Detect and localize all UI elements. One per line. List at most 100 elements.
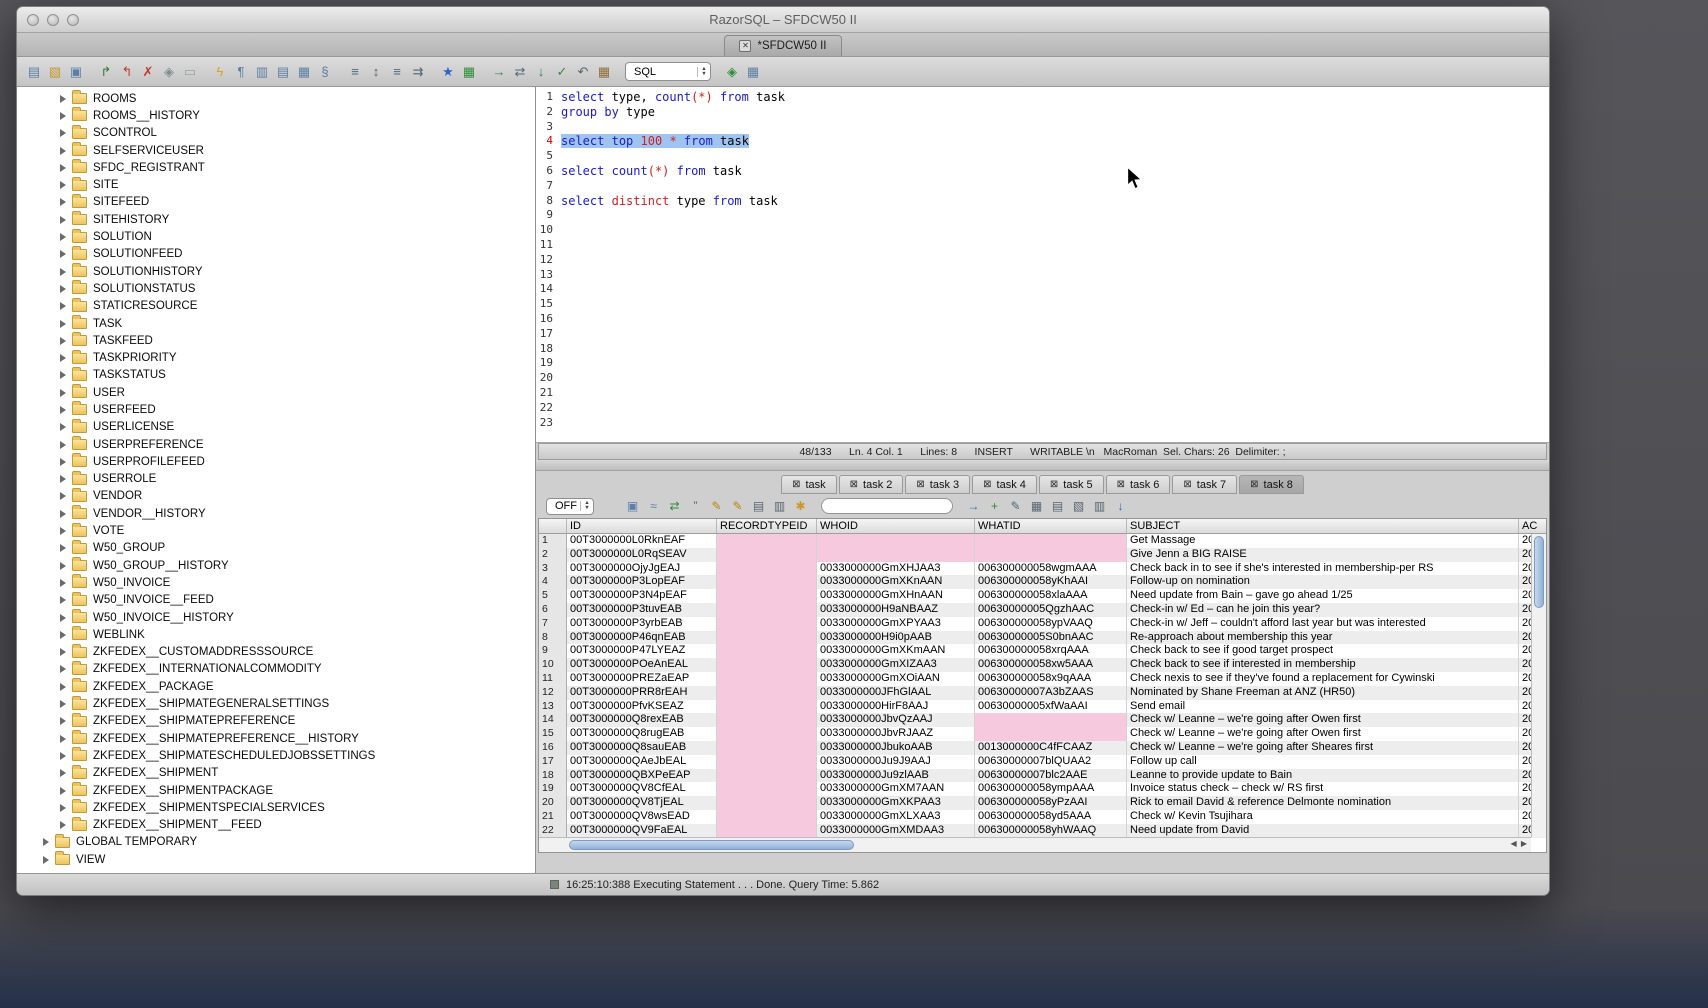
table-row[interactable]: 1900T3000000QV8CfEAL0033000000GmXM7AAN00… xyxy=(539,782,1546,796)
describe-icon[interactable]: ¶ xyxy=(232,63,250,81)
disclosure-triangle-icon[interactable] xyxy=(60,129,66,137)
fetch-icon[interactable]: ↓ xyxy=(532,63,550,81)
code-line[interactable] xyxy=(561,149,1549,164)
tree-item[interactable]: SITE xyxy=(17,176,535,193)
cell[interactable]: 00T3000000L0RknEAF xyxy=(567,534,717,548)
cell[interactable]: 00T3000000PfvKSEAZ xyxy=(567,700,717,714)
column-header-subject[interactable]: SUBJECT xyxy=(1127,519,1519,533)
code-line[interactable] xyxy=(561,208,1549,223)
tree-item[interactable]: W50_INVOICE__FEED xyxy=(17,592,535,609)
cell[interactable] xyxy=(975,534,1127,548)
disclosure-triangle-icon[interactable] xyxy=(60,250,66,258)
tree-item[interactable]: ROOMS xyxy=(17,90,535,107)
tree-item[interactable]: ZKFEDEX__SHIPMATEPREFERENCE__HISTORY xyxy=(17,730,535,747)
cell[interactable]: 00T3000000QV8CfEAL xyxy=(567,782,717,796)
cell[interactable]: 00T3000000L0RqSEAV xyxy=(567,548,717,562)
close-tab-icon[interactable]: ⊠ xyxy=(1250,480,1258,490)
cell[interactable] xyxy=(817,548,975,562)
key-icon[interactable]: ✱ xyxy=(792,498,809,515)
cell[interactable] xyxy=(717,686,817,700)
script-icon[interactable]: ▤ xyxy=(274,63,292,81)
table-row[interactable]: 1700T3000000QAeJbEAL0033000000Ju9J9AAJ00… xyxy=(539,755,1546,769)
tree-item[interactable]: ZKFEDEX__PACKAGE xyxy=(17,678,535,695)
table-row[interactable]: 2200T3000000QV9FaEAL0033000000GmXMDAA300… xyxy=(539,824,1546,838)
cell[interactable]: Need update from David xyxy=(1127,824,1519,838)
tree-item[interactable]: W50_INVOICE xyxy=(17,574,535,591)
disclosure-triangle-icon[interactable] xyxy=(60,648,66,656)
list-icon[interactable]: ≡ xyxy=(346,63,364,81)
cell[interactable]: 006300000058ympAAA xyxy=(975,782,1127,796)
code-line[interactable]: select type, count(*) from task xyxy=(561,90,1549,105)
copy-grid-icon[interactable]: ▥ xyxy=(1091,498,1108,515)
cell[interactable]: 0033000000GmXMDAA3 xyxy=(817,824,975,838)
cell[interactable] xyxy=(717,603,817,617)
tree-item[interactable]: W50_INVOICE__HISTORY xyxy=(17,609,535,626)
save-file-icon[interactable]: ▣ xyxy=(67,63,85,81)
close-document-icon[interactable]: ✕ xyxy=(739,40,751,52)
cell[interactable]: 00T3000000POeAnEAL xyxy=(567,658,717,672)
tree-item[interactable]: ZKFEDEX__SHIPMENTPACKAGE xyxy=(17,782,535,799)
code-line[interactable] xyxy=(561,297,1549,312)
tree-item[interactable]: ZKFEDEX__CUSTOMADDRESSSOURCE xyxy=(17,644,535,661)
export-connection-icon[interactable]: ↰ xyxy=(118,63,136,81)
cell[interactable]: 0033000000Ju9zlAAB xyxy=(817,769,975,783)
tree-item[interactable]: USERFEED xyxy=(17,401,535,418)
edit-cell-icon[interactable]: ✎ xyxy=(1007,498,1024,515)
panel-splitter[interactable] xyxy=(536,460,1549,471)
cell[interactable] xyxy=(717,713,817,727)
horizontal-scrollbar[interactable]: ◀ ▶ xyxy=(539,837,1531,852)
tree-item[interactable]: ZKFEDEX__SHIPMENT xyxy=(17,765,535,782)
cell[interactable] xyxy=(717,741,817,755)
disclosure-triangle-icon[interactable] xyxy=(60,735,66,743)
code-line[interactable] xyxy=(561,179,1549,194)
disclosure-triangle-icon[interactable] xyxy=(60,475,66,483)
code-line[interactable] xyxy=(561,120,1549,135)
cell[interactable]: Check w/ Leanne – we're going after Owen… xyxy=(1127,727,1519,741)
undo-icon[interactable]: ↶ xyxy=(574,63,592,81)
code-line[interactable]: select top 100 * from task xyxy=(561,134,1549,149)
table-row[interactable]: 1400T3000000Q8rexEAB0033000000JbvQzAAJCh… xyxy=(539,713,1546,727)
cell[interactable] xyxy=(717,796,817,810)
cell[interactable] xyxy=(717,824,817,838)
cell[interactable] xyxy=(717,617,817,631)
cell[interactable]: 00T3000000QV9FaEAL xyxy=(567,824,717,838)
cell[interactable]: Check w/ Leanne – we're going after Shea… xyxy=(1127,741,1519,755)
vertical-scrollbar-thumb[interactable] xyxy=(1534,536,1544,608)
close-window-icon[interactable] xyxy=(27,14,39,26)
close-tab-icon[interactable]: ⊠ xyxy=(1050,480,1058,490)
close-tab-icon[interactable]: ⊠ xyxy=(792,480,800,490)
copy-icon[interactable]: ▥ xyxy=(253,63,271,81)
results-tab-task[interactable]: ⊠task xyxy=(781,475,837,494)
import-connection-icon[interactable]: ↱ xyxy=(97,63,115,81)
swap-icon[interactable]: ⇄ xyxy=(511,63,529,81)
indent-icon[interactable]: ⇉ xyxy=(409,63,427,81)
tree-item[interactable]: TASK xyxy=(17,315,535,332)
execute-icon[interactable]: ϟ xyxy=(211,63,229,81)
cell[interactable]: 00630000005S0bnAAC xyxy=(975,631,1127,645)
disclosure-triangle-icon[interactable] xyxy=(60,614,66,622)
cell[interactable]: 0013000000C4fFCAAZ xyxy=(975,741,1127,755)
table-row[interactable]: 200T3000000L0RqSEAVGive Jenn a BIG RAISE… xyxy=(539,548,1546,562)
cell[interactable]: 00T3000000PREZaEAP xyxy=(567,672,717,686)
cell[interactable] xyxy=(717,644,817,658)
disclosure-triangle-icon[interactable] xyxy=(60,769,66,777)
cell[interactable]: 0033000000GmXM7AAN xyxy=(817,782,975,796)
cell[interactable]: Check w/ Leanne – we're going after Owen… xyxy=(1127,713,1519,727)
report-icon[interactable]: ▦ xyxy=(744,63,762,81)
cell[interactable]: 0033000000GmXKnAAN xyxy=(817,575,975,589)
erase-icon[interactable]: ▭ xyxy=(181,63,199,81)
tree-item[interactable]: WEBLINK xyxy=(17,626,535,643)
tree-item[interactable]: ZKFEDEX__SHIPMATEPREFERENCE xyxy=(17,713,535,730)
cell[interactable]: 00T3000000P3tuvEAB xyxy=(567,603,717,617)
tree-item[interactable]: VENDOR__HISTORY xyxy=(17,505,535,522)
title-bar[interactable]: RazorSQL – SFDCW50 II xyxy=(17,7,1549,33)
tree-item[interactable]: ZKFEDEX__INTERNATIONALCOMMODITY xyxy=(17,661,535,678)
cell[interactable]: 0033000000JFhGlAAL xyxy=(817,686,975,700)
tree-item[interactable]: ZKFEDEX__SHIPMENTSPECIALSERVICES xyxy=(17,799,535,816)
tree-item[interactable]: ZKFEDEX__SHIPMATEGENERALSETTINGS xyxy=(17,695,535,712)
cell[interactable]: 0033000000Ju9J9AAJ xyxy=(817,755,975,769)
close-tab-icon[interactable]: ⊠ xyxy=(1117,480,1125,490)
cell[interactable]: 00T3000000P3N4pEAF xyxy=(567,589,717,603)
table-row[interactable]: 2100T3000000QV8wsEAD0033000000GmXLXAA300… xyxy=(539,810,1546,824)
sql-editor[interactable]: 1234567891011121314151617181920212223 se… xyxy=(536,87,1549,443)
